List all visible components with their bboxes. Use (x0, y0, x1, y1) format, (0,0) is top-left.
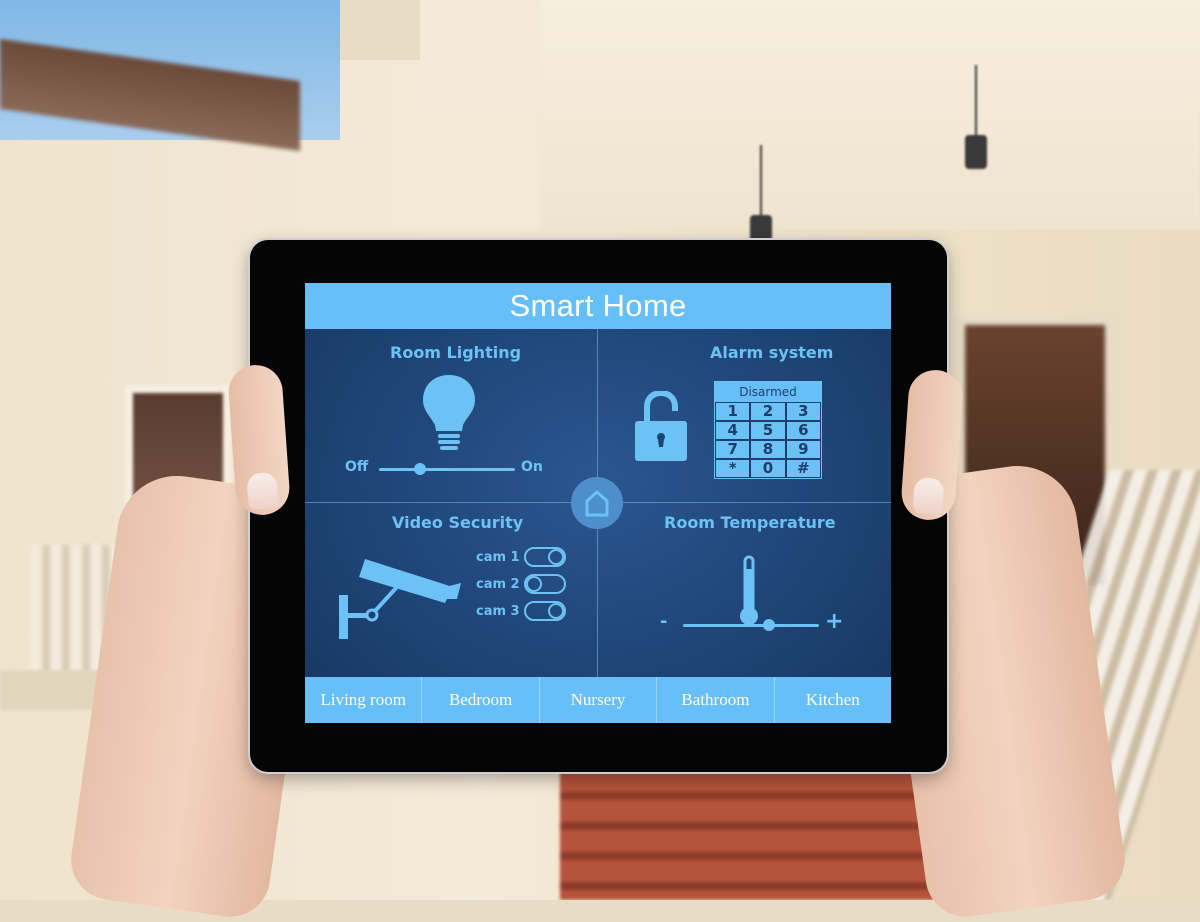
keypad-key-7[interactable]: 7 (714, 440, 751, 459)
unlocked-padlock-icon (635, 391, 687, 461)
keypad-key-star[interactable]: * (714, 459, 751, 478)
room-lighting-panel[interactable]: Room Lighting Off On (305, 329, 597, 502)
room-temperature-title: Room Temperature (664, 513, 836, 532)
camera-2-toggle[interactable] (523, 574, 566, 594)
temperature-minus-label[interactable]: - (660, 611, 667, 632)
temperature-plus-label[interactable]: + (825, 609, 843, 634)
keypad-key-6[interactable]: 6 (785, 421, 821, 440)
tab-kitchen[interactable]: Kitchen (775, 677, 891, 723)
keypad-key-0[interactable]: 0 (750, 459, 786, 478)
camera-3-toggle[interactable] (523, 601, 566, 621)
thumbnail (246, 471, 279, 510)
alarm-system-title: Alarm system (710, 343, 834, 362)
lighting-slider-track[interactable] (379, 468, 515, 471)
camera-3-row: cam 3 (476, 601, 566, 621)
thermometer-icon (740, 555, 758, 625)
keypad-key-5[interactable]: 5 (750, 421, 786, 440)
thumbnail (912, 476, 945, 515)
smart-home-screen: Smart Home Room Lighting Off On Alarm sy… (305, 283, 891, 723)
home-button[interactable] (571, 477, 623, 529)
keypad-key-hash[interactable]: # (785, 459, 821, 478)
camera-1-label: cam 1 (476, 549, 520, 565)
temperature-slider-track[interactable] (683, 624, 819, 627)
right-thumb (899, 368, 965, 522)
tab-living-room[interactable]: Living room (305, 677, 423, 723)
keypad-key-3[interactable]: 3 (785, 402, 821, 421)
camera-3-label: cam 3 (476, 603, 520, 619)
room-lighting-title: Room Lighting (390, 343, 522, 362)
camera-2-label: cam 2 (476, 576, 520, 592)
video-security-panel[interactable]: Video Security cam 1 cam 2 cam 3 (305, 503, 597, 677)
room-temperature-panel[interactable]: Room Temperature - + (598, 503, 891, 677)
keypad-key-8[interactable]: 8 (750, 440, 786, 459)
hanging-lamp (965, 65, 987, 169)
app-header: Smart Home (305, 283, 891, 329)
lighting-slider-knob[interactable] (413, 463, 426, 475)
keypad-key-9[interactable]: 9 (785, 440, 821, 459)
alarm-status: Disarmed (716, 383, 820, 401)
camera-1-toggle[interactable] (523, 547, 566, 567)
video-security-title: Video Security (392, 513, 524, 532)
lighting-off-label: Off (345, 459, 369, 475)
keypad-key-2[interactable]: 2 (750, 402, 786, 421)
keypad-grid: 1 2 3 4 5 6 7 8 9 * 0 # (714, 402, 821, 478)
porch-ceiling (540, 0, 1200, 230)
temperature-slider-knob[interactable] (762, 619, 775, 631)
alarm-keypad: Disarmed 1 2 3 4 5 6 7 8 9 * 0 # (714, 381, 822, 479)
tab-bathroom[interactable]: Bathroom (657, 677, 775, 723)
lighting-on-label: On (521, 459, 543, 475)
house-icon (585, 489, 609, 517)
camera-2-row: cam 2 (476, 574, 566, 594)
security-camera-icon (339, 559, 461, 639)
keypad-key-4[interactable]: 4 (714, 421, 751, 440)
light-bulb-icon (423, 375, 475, 450)
keypad-key-1[interactable]: 1 (714, 402, 751, 421)
left-thumb (226, 363, 292, 517)
tab-nursery[interactable]: Nursery (540, 677, 658, 723)
tablet-device: Smart Home Room Lighting Off On Alarm sy… (250, 240, 947, 772)
tab-bedroom[interactable]: Bedroom (422, 677, 540, 723)
app-title: Smart Home (509, 288, 687, 323)
room-tab-bar: Living room Bedroom Nursery Bathroom Kit… (305, 677, 891, 723)
camera-1-row: cam 1 (476, 547, 566, 567)
